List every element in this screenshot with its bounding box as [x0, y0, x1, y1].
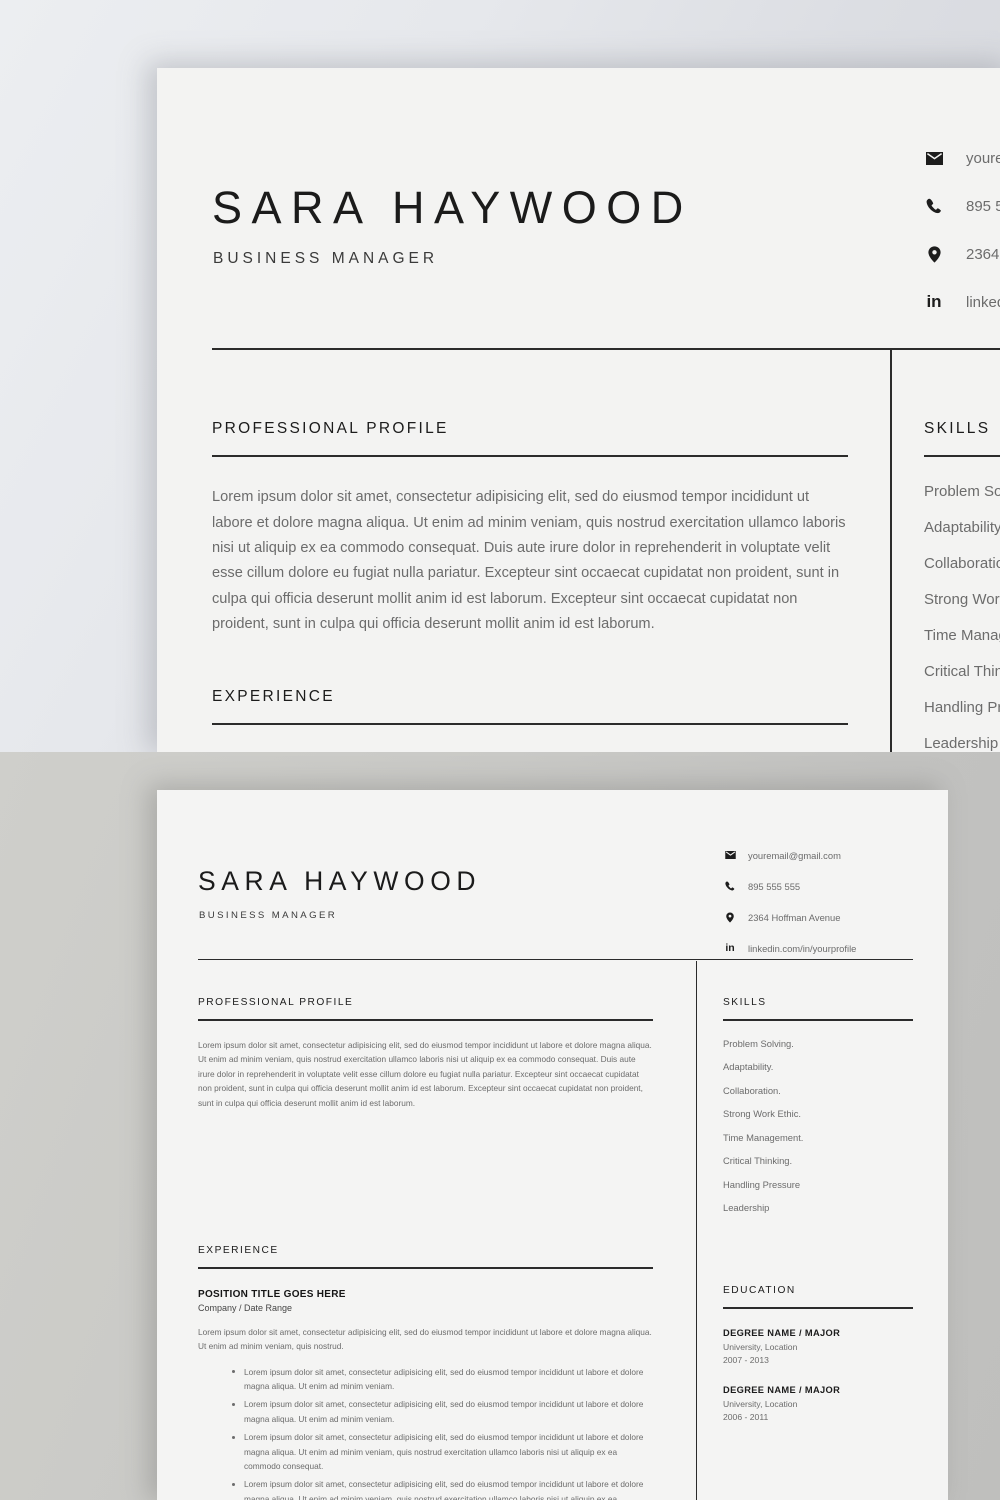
list-item: Critical Thinking. [723, 1155, 793, 1166]
section-education-full: EDUCATION DEGREE NAME / MAJOR University… [723, 1285, 923, 1425]
education-entry: DEGREE NAME / MAJOR University, Location… [723, 1328, 923, 1368]
contact-item-phone[interactable]: 895 555 555 [723, 879, 933, 893]
education-dates: 2007 - 2013 [723, 1355, 769, 1366]
section-rule-profile [198, 1019, 653, 1021]
preview-panel-full: SARA HAYWOOD BUSINESS MANAGER youremail@… [0, 752, 1000, 1500]
section-rule-education [723, 1307, 913, 1309]
education-degree: DEGREE NAME / MAJOR [723, 1327, 841, 1338]
section-heading-profile: PROFESSIONAL PROFILE [198, 997, 354, 1008]
list-item: Leadership [723, 1202, 770, 1213]
list-item: Strong Work Ethic. [723, 1108, 801, 1119]
job-role-subtitle: BUSINESS MANAGER [213, 250, 439, 267]
list-item: Time Management. [924, 627, 1000, 645]
contact-phone-text: 895 555 555 [748, 880, 801, 892]
section-heading-skills: SKILLS [924, 420, 991, 437]
section-rule-experience [212, 723, 848, 726]
contact-item-email[interactable]: youremail@gmail.com [924, 148, 1000, 168]
list-item: Problem Solving. [723, 1037, 794, 1049]
list-item: Problem Solving. [924, 483, 1000, 501]
resume-page-full: SARA HAYWOOD BUSINESS MANAGER youremail@… [157, 790, 948, 1500]
contact-list-zoomed: youremail@gmail.com 895 555 555 2364 Hof… [924, 148, 1000, 312]
contact-item-address[interactable]: 2364 Hoffman Avenue [723, 910, 933, 924]
contact-item-linkedin[interactable]: in linkedin.com/in/yourprofile [924, 292, 1000, 312]
linkedin-icon: in [725, 942, 735, 954]
profile-paragraph: Lorem ipsum dolor sit amet, consectetur … [212, 489, 846, 633]
job-title: POSITION TITLE GOES HERE [198, 1288, 346, 1300]
list-item: Collaboration. [924, 555, 1000, 573]
envelope-icon [924, 148, 944, 168]
section-heading-education: EDUCATION [723, 1285, 796, 1296]
section-rule-experience [198, 1267, 653, 1269]
list-item: Critical Thinking. [924, 663, 1000, 681]
skills-list-full: Problem Solving. Adaptability. Collabora… [723, 1038, 923, 1214]
job-role-subtitle: BUSINESS MANAGER [199, 910, 338, 921]
job-company-dates: Company / Date Range [198, 1302, 293, 1313]
list-item: Time Management. [723, 1131, 804, 1143]
location-pin-icon [924, 244, 944, 264]
column-divider [696, 961, 698, 1500]
section-rule-skills [924, 455, 1000, 458]
phone-icon [924, 196, 944, 216]
list-item: Lorem ipsum dolor sit amet, consectetur … [228, 1477, 653, 1500]
list-item: Collaboration. [723, 1084, 781, 1096]
section-rule-profile [212, 455, 848, 458]
contact-email-text: youremail@gmail.com [966, 149, 1000, 167]
list-item: Strong Work Ethic. [924, 591, 1000, 609]
list-item: Adaptability. [924, 519, 1000, 537]
education-degree: DEGREE NAME / MAJOR [723, 1384, 841, 1395]
linkedin-icon: in [926, 292, 942, 311]
resume-page-zoomed: SARA HAYWOOD BUSINESS MANAGER youremail@… [157, 68, 1000, 752]
section-professional-profile-full: PROFESSIONAL PROFILE Lorem ipsum dolor s… [198, 997, 653, 1110]
contact-address-text: 2364 Hoffman Avenue [966, 245, 1000, 263]
experience-entry: POSITION TITLE GOES HERE Company / Date … [198, 1289, 653, 1500]
list-item: Adaptability. [723, 1061, 774, 1072]
section-skills-full: SKILLS Problem Solving. Adaptability. Co… [723, 997, 923, 1226]
contact-linkedin-text: linkedin.com/in/yourprofile [748, 942, 857, 954]
education-entry: DEGREE NAME / MAJOR University, Location… [723, 1385, 923, 1425]
section-heading-skills: SKILLS [723, 997, 767, 1008]
location-pin-icon [723, 910, 737, 924]
skills-list-zoomed: Problem Solving. Adaptability. Collabora… [924, 483, 1000, 752]
mockup-stage: SARA HAYWOOD BUSINESS MANAGER youremail@… [0, 0, 1000, 1500]
education-dates: 2006 - 2011 [723, 1412, 769, 1423]
header-divider [212, 348, 1000, 350]
section-heading-experience: EXPERIENCE [212, 688, 335, 705]
profile-paragraph: Lorem ipsum dolor sit amet, consectetur … [198, 1039, 652, 1108]
list-item: Lorem ipsum dolor sit amet, consectetur … [228, 1365, 653, 1394]
contact-phone-text: 895 555 555 [966, 197, 1000, 215]
section-heading-experience: EXPERIENCE [198, 1245, 279, 1256]
phone-icon [723, 879, 737, 893]
education-school: University, Location [723, 1398, 798, 1409]
header-divider [198, 959, 913, 961]
contact-item-phone[interactable]: 895 555 555 [924, 196, 1000, 216]
section-heading-profile: PROFESSIONAL PROFILE [212, 420, 449, 437]
list-item: Leadership [924, 735, 999, 752]
list-item: Handling Pressure [924, 699, 1000, 717]
page-title: SARA HAYWOOD [212, 182, 693, 233]
contact-linkedin-text: linkedin.com/in/yourprofile [966, 293, 1000, 311]
envelope-icon [723, 848, 737, 862]
list-item: Handling Pressure [723, 1178, 801, 1190]
contact-item-address[interactable]: 2364 Hoffman Avenue [924, 244, 1000, 264]
contact-item-linkedin[interactable]: in linkedin.com/in/yourprofile [723, 941, 933, 955]
job-summary: Lorem ipsum dolor sit amet, consectetur … [198, 1326, 652, 1352]
section-rule-skills [723, 1019, 913, 1021]
list-item: Lorem ipsum dolor sit amet, consectetur … [228, 1397, 653, 1426]
education-school: University, Location [723, 1341, 798, 1352]
section-professional-profile-zoomed: PROFESSIONAL PROFILE Lorem ipsum dolor s… [212, 420, 848, 638]
list-item: Lorem ipsum dolor sit amet, consectetur … [228, 1430, 653, 1473]
contact-item-email[interactable]: youremail@gmail.com [723, 848, 933, 862]
section-experience-full: EXPERIENCE POSITION TITLE GOES HERE Comp… [198, 1245, 653, 1500]
preview-panel-zoomed: SARA HAYWOOD BUSINESS MANAGER youremail@… [0, 0, 1000, 752]
column-divider [890, 350, 892, 752]
section-experience-zoomed: EXPERIENCE [212, 688, 848, 726]
contact-address-text: 2364 Hoffman Avenue [748, 911, 841, 923]
contact-email-text: youremail@gmail.com [748, 849, 841, 861]
job-bullet-list: Lorem ipsum dolor sit amet, consectetur … [228, 1365, 653, 1500]
section-skills-zoomed: SKILLS Problem Solving. Adaptability. Co… [924, 420, 1000, 752]
contact-list-full: youremail@gmail.com 895 555 555 2364 Hof… [723, 848, 933, 955]
page-title: SARA HAYWOOD [198, 866, 482, 896]
